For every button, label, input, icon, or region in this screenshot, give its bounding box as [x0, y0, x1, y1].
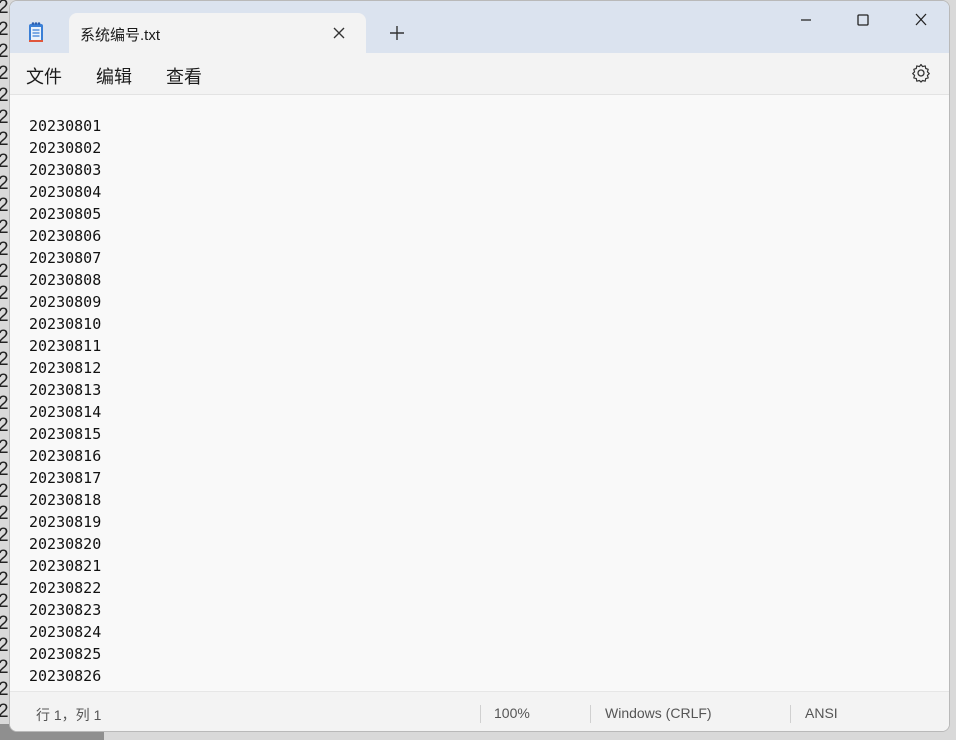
text-line: 20230810 [29, 315, 102, 333]
background-text-fragment: 2 [0, 371, 9, 392]
text-line: 20230818 [29, 491, 102, 509]
text-line: 20230825 [29, 645, 102, 663]
status-divider [590, 705, 591, 723]
gear-icon[interactable] [911, 63, 931, 83]
menu-bar: 文件 编辑 查看 [10, 53, 949, 95]
background-text-fragment: 2 [0, 85, 9, 106]
text-line: 20230805 [29, 205, 102, 223]
text-line: 20230824 [29, 623, 102, 641]
cursor-position: 行 1，列 1 [36, 707, 102, 723]
background-text-fragment: 2 [0, 63, 9, 84]
text-editor[interactable]: 20230801 20230802 20230803 20230804 20230805… [10, 95, 949, 691]
background-text-fragment: 2 [0, 173, 9, 194]
text-line: 20230814 [29, 403, 102, 421]
background-text-fragment: 2 [0, 679, 9, 700]
background-text-fragment: 2 [0, 349, 9, 370]
tab-title: 系统编号.txt [80, 27, 161, 44]
background-text-fragment: 2 [0, 0, 9, 18]
background-text-fragment: 2 [0, 239, 9, 260]
background-text-fragment: 2 [0, 503, 9, 524]
text-line: 20230826 [29, 667, 102, 685]
close-icon[interactable] [911, 11, 931, 29]
title-bar: 系统编号.txt [10, 1, 949, 53]
background-text-fragment: 2 [0, 459, 9, 480]
status-bar: 行 1，列 1 100% Windows (CRLF) ANSI [10, 691, 949, 731]
background-text-fragment: 2 [0, 437, 9, 458]
text-line: 20230815 [29, 425, 102, 443]
text-line: 20230807 [29, 249, 102, 267]
background-text-fragment: 2 [0, 283, 9, 304]
text-line: 20230801 [29, 117, 102, 135]
status-divider [480, 705, 481, 723]
text-line: 20230803 [29, 161, 102, 179]
background-text-fragment: 2 [0, 701, 9, 722]
background-text-fragment: 2 [0, 547, 9, 568]
background-text-fragment: 2 [0, 107, 9, 128]
text-line: 20230804 [29, 183, 102, 201]
menu-edit[interactable]: 编辑 [96, 63, 132, 89]
background-text-fragment: 2 [0, 151, 9, 172]
tab-file[interactable]: 系统编号.txt [69, 13, 366, 53]
background-text-fragment: 2 [0, 19, 9, 40]
text-line: 20230809 [29, 293, 102, 311]
background-text-fragment: 2 [0, 195, 9, 216]
background-text-fragment: 2 [0, 591, 9, 612]
plus-icon[interactable] [389, 25, 405, 41]
close-icon[interactable] [332, 26, 346, 40]
encoding[interactable]: ANSI [805, 705, 838, 721]
text-line: 20230819 [29, 513, 102, 531]
text-line: 20230821 [29, 557, 102, 575]
text-line: 20230806 [29, 227, 102, 245]
menu-file[interactable]: 文件 [26, 63, 62, 89]
text-line: 20230820 [29, 535, 102, 553]
text-line: 20230811 [29, 337, 102, 355]
maximize-icon[interactable] [853, 11, 873, 29]
line-ending[interactable]: Windows (CRLF) [605, 705, 712, 721]
background-text-fragment: 2 [0, 657, 9, 678]
status-divider [790, 705, 791, 723]
text-line: 20230812 [29, 359, 102, 377]
minimize-icon[interactable] [796, 11, 816, 29]
notepad-window: 系统编号.txt 文件 编辑 查看 20230801 20230802 2023… [9, 0, 950, 732]
background-text-fragment: 2 [0, 393, 9, 414]
background-text-fragment: 2 [0, 305, 9, 326]
zoom-level[interactable]: 100% [494, 705, 530, 721]
background-text-fragment: 2 [0, 41, 9, 62]
background-text-fragment: 2 [0, 635, 9, 656]
background-text-fragment: 2 [0, 481, 9, 502]
background-text-fragment: 2 [0, 327, 9, 348]
text-line: 20230816 [29, 447, 102, 465]
text-line: 20230813 [29, 381, 102, 399]
background-text-fragment: 2 [0, 129, 9, 150]
background-text-fragment: 2 [0, 415, 9, 436]
background-text-fragment: 2 [0, 525, 9, 546]
background-text-fragment: 2 [0, 569, 9, 590]
text-line: 20230808 [29, 271, 102, 289]
background-text-fragment: 2 [0, 613, 9, 634]
notepad-icon [29, 22, 43, 42]
background-text-fragment: 2 [0, 261, 9, 282]
text-line: 20230817 [29, 469, 102, 487]
menu-view[interactable]: 查看 [166, 63, 202, 89]
text-line: 20230823 [29, 601, 102, 619]
text-line: 20230802 [29, 139, 102, 157]
text-line: 20230822 [29, 579, 102, 597]
background-text-fragment: 2 [0, 217, 9, 238]
